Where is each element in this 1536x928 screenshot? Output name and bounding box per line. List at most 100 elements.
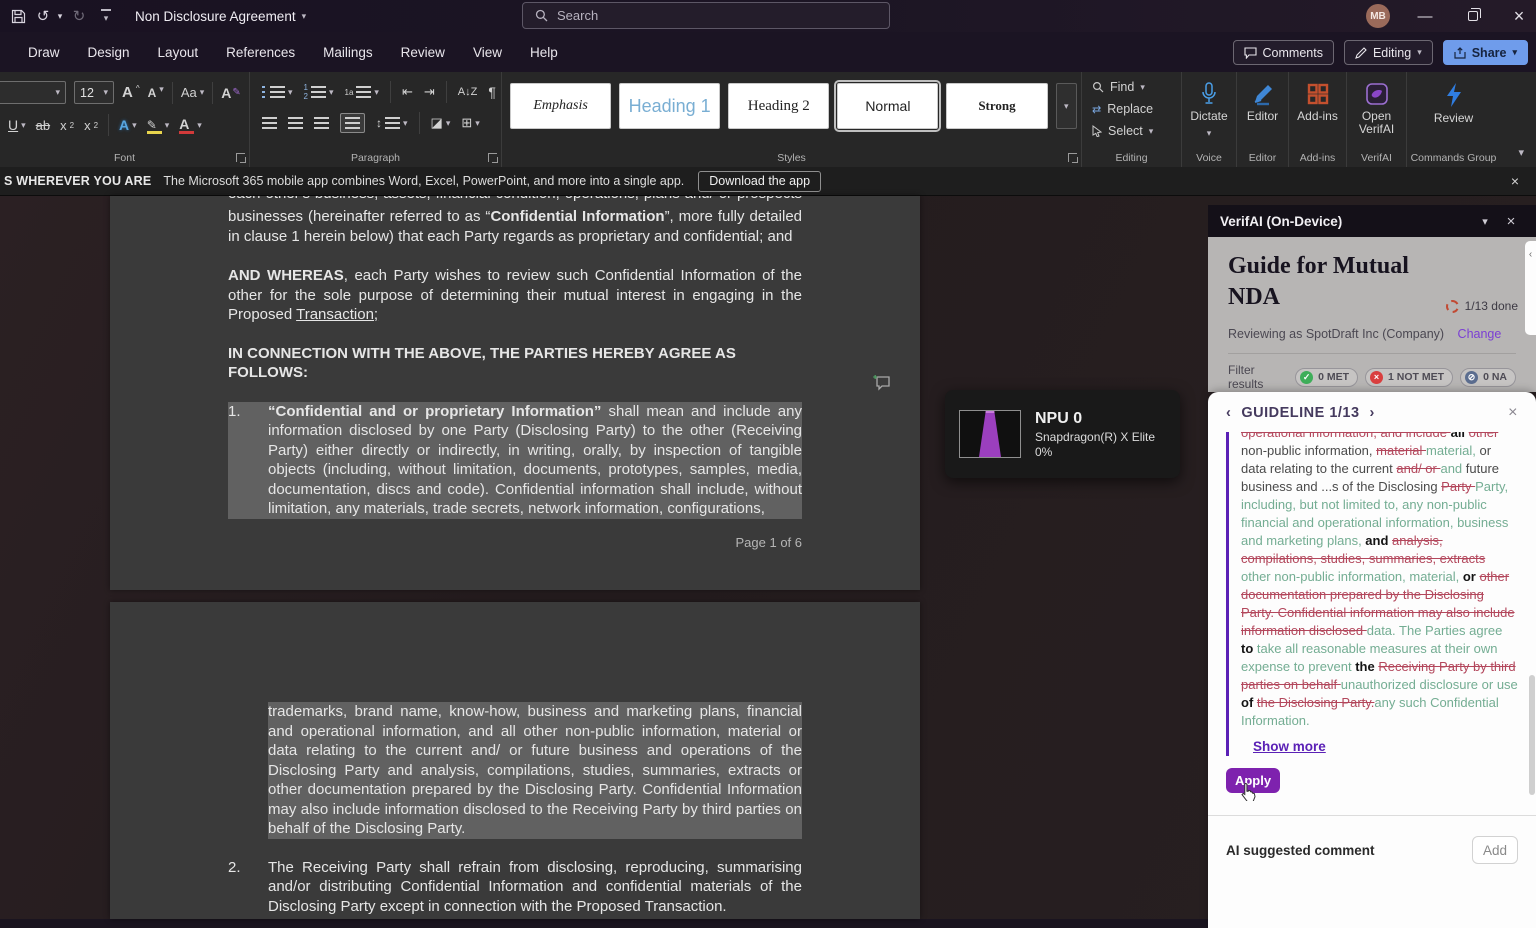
addins-grid-icon [1306, 82, 1330, 106]
align-left-button[interactable] [262, 117, 277, 129]
share-button[interactable]: Share ▾ [1443, 40, 1528, 65]
align-center-button[interactable] [288, 117, 303, 129]
font-size-combo[interactable]: 12▾ [74, 81, 114, 104]
dictate-button[interactable]: Dictate ▾ [1182, 72, 1236, 150]
clear-formatting-button[interactable]: A✎ [221, 85, 241, 101]
review-command-button[interactable]: Review [1407, 72, 1500, 150]
strikethrough-button[interactable]: ab [36, 118, 50, 133]
styles-gallery-more-button[interactable]: ▾ [1056, 83, 1077, 129]
filter-pill-met[interactable]: ✓0 MET [1295, 368, 1358, 387]
increase-indent-button[interactable]: ⇥ [424, 84, 435, 100]
npu-monitor-overlay: NPU 0 Snapdragon(R) X Elite 0% [945, 390, 1180, 478]
sort-button[interactable]: A↓Z [458, 86, 478, 98]
panel-expand-handle[interactable]: ‹ [1525, 241, 1536, 335]
change-case-button[interactable]: Aa▾ [181, 85, 204, 100]
editor-button[interactable]: Editor [1237, 72, 1288, 150]
add-comment-button[interactable]: Add [1472, 836, 1518, 864]
underline-button[interactable]: U▾ [8, 117, 26, 133]
panel-scrollbar-thumb[interactable] [1529, 675, 1535, 795]
document-title[interactable]: Non Disclosure Agreement ▾ [135, 0, 306, 32]
shrink-font-button[interactable]: A▾ [148, 86, 164, 100]
add-comment-icon[interactable] [872, 374, 892, 392]
guideline-card: ‹ GUIDELINE 1/13 › × operational informa… [1208, 392, 1536, 928]
banner-close-icon[interactable]: × [1502, 173, 1528, 189]
minimize-button[interactable]: — [1408, 0, 1442, 32]
superscript-button[interactable]: x2 [84, 118, 98, 133]
find-button[interactable]: Find [1110, 80, 1134, 94]
banner-message: The Microsoft 365 mobile app combines Wo… [163, 174, 684, 188]
tab-help[interactable]: Help [516, 32, 572, 72]
save-icon[interactable] [6, 0, 30, 32]
close-button[interactable]: × [1502, 0, 1536, 32]
document-page-1[interactable]: each other's business, assets, financial… [110, 196, 920, 590]
check-icon: ✓ [1300, 371, 1313, 384]
justify-button[interactable] [340, 113, 365, 133]
panel-collapse-icon[interactable]: ▾ [1472, 215, 1498, 228]
bullet-list-button[interactable]: ▾ [262, 86, 293, 98]
selected-text: trademarks, brand name, know-how, busine… [268, 702, 802, 839]
tab-mailings[interactable]: Mailings [309, 32, 387, 72]
decrease-indent-button[interactable]: ⇤ [402, 84, 413, 100]
font-dialog-launcher-icon[interactable] [236, 153, 245, 162]
addins-button[interactable]: Add-ins [1289, 72, 1346, 150]
style-heading2[interactable]: Heading 2 [728, 83, 829, 129]
shading-button[interactable]: ◪▾ [431, 115, 451, 131]
show-more-link[interactable]: Show more [1253, 738, 1326, 756]
pilcrow-button[interactable]: ¶ [488, 84, 496, 100]
font-name-combo[interactable]: ▾ [0, 81, 66, 104]
undo-dropdown-icon[interactable]: ▾ [54, 0, 66, 32]
style-normal[interactable]: Normal [837, 83, 938, 129]
undo-button[interactable]: ↺ [32, 0, 54, 32]
tab-review[interactable]: Review [387, 32, 459, 72]
filter-pill-not-met[interactable]: ×1 NOT MET [1365, 368, 1453, 387]
subscript-button[interactable]: x2 [60, 118, 74, 133]
tab-references[interactable]: References [212, 32, 309, 72]
collapse-ribbon-icon[interactable]: ▾ [1518, 146, 1524, 159]
line-spacing-button[interactable]: ↕▾ [376, 116, 408, 130]
agreement-heading: IN CONNECTION WITH THE ABOVE, THE PARTIE… [228, 344, 802, 383]
grow-font-button[interactable]: A^ [122, 84, 140, 101]
guideline-close-icon[interactable]: × [1508, 404, 1518, 422]
verifai-logo-icon [1365, 82, 1389, 106]
select-button[interactable]: Select [1108, 124, 1143, 138]
style-emphasis[interactable]: Emphasis [510, 83, 611, 129]
panel-close-icon[interactable]: × [1498, 213, 1524, 230]
paragraph-dialog-launcher-icon[interactable] [488, 153, 497, 162]
search-input[interactable]: Search [522, 2, 890, 29]
slash-icon: ⊘ [1465, 371, 1478, 384]
tab-draw[interactable]: Draw [14, 32, 74, 72]
tab-view[interactable]: View [459, 32, 516, 72]
multilevel-list-button[interactable]: 1a▾ [345, 86, 379, 98]
align-right-button[interactable] [314, 117, 329, 129]
replace-button[interactable]: Replace [1107, 102, 1153, 116]
editing-mode-button[interactable]: Editing ▾ [1344, 40, 1433, 65]
tab-design[interactable]: Design [74, 32, 144, 72]
group-addins: Add-ins Add-ins [1289, 72, 1347, 167]
comments-button[interactable]: Comments [1233, 40, 1334, 65]
tab-layout[interactable]: Layout [144, 32, 213, 72]
guideline-next-icon[interactable]: › [1370, 405, 1375, 421]
open-verifai-button[interactable]: Open VerifAI [1347, 72, 1406, 150]
filter-label: Filter results [1228, 363, 1288, 391]
font-color-button[interactable]: A▾ [179, 116, 202, 134]
avatar[interactable]: MB [1366, 4, 1390, 28]
borders-button[interactable]: ⊞▾ [461, 115, 479, 131]
download-app-button[interactable]: Download the app [698, 171, 821, 192]
quick-access-toolbar-icon[interactable]: ▾ [96, 0, 116, 32]
numbered-list-button[interactable]: 12▾ [304, 83, 334, 101]
guide-title: Guide for Mutual NDA [1228, 251, 1428, 313]
change-link[interactable]: Change [1458, 327, 1502, 341]
apply-button[interactable]: Apply [1226, 768, 1280, 793]
guideline-prev-icon[interactable]: ‹ [1226, 405, 1231, 421]
lightning-icon [1444, 82, 1464, 108]
redo-button[interactable]: ↻ [68, 0, 90, 32]
highlight-color-button[interactable]: ✎▾ [147, 117, 170, 134]
filter-pill-na[interactable]: ⊘0 NA [1460, 368, 1516, 387]
style-heading1[interactable]: Heading 1 [619, 83, 720, 129]
redline-text: operational information, and include all… [1226, 432, 1518, 756]
document-page-2[interactable]: trademarks, brand name, know-how, busine… [110, 602, 920, 919]
styles-dialog-launcher-icon[interactable] [1068, 153, 1077, 162]
style-strong[interactable]: Strong [946, 83, 1047, 129]
text-effects-button[interactable]: A▾ [119, 117, 137, 133]
restore-button[interactable] [1456, 0, 1490, 32]
